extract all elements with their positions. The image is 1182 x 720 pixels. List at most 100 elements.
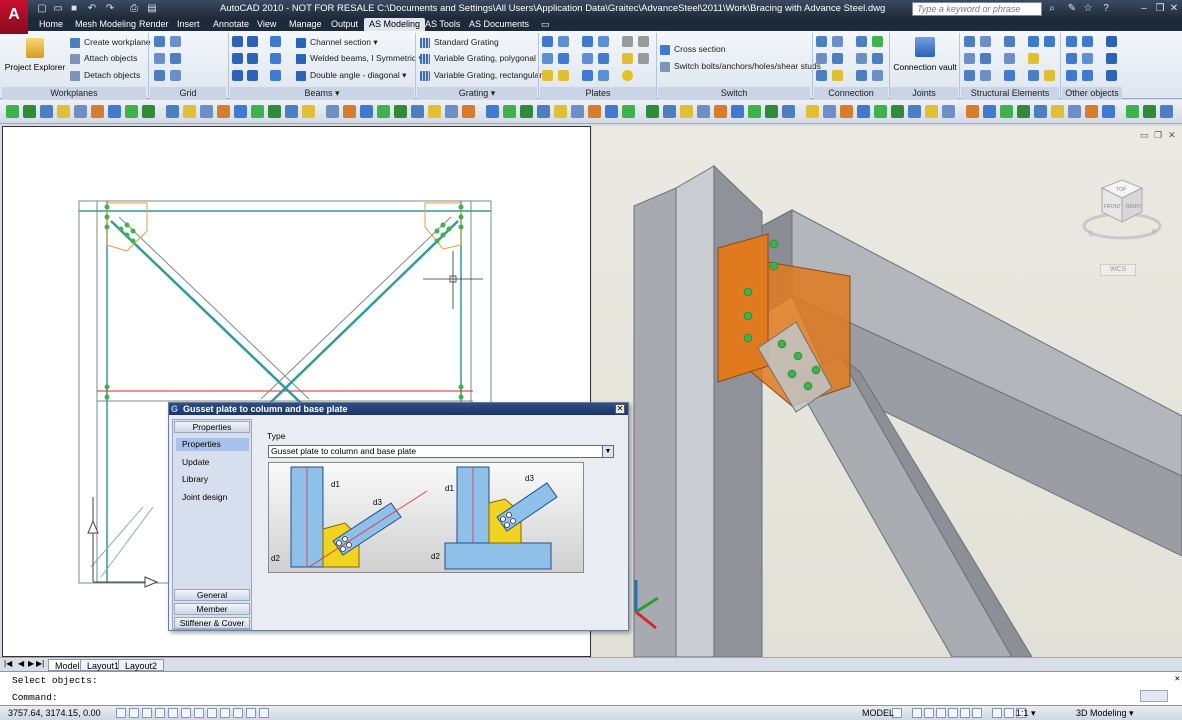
toolbar-tool-icon[interactable] <box>646 105 659 118</box>
sidebar-header-general[interactable]: General <box>174 589 250 601</box>
command-scrollbar[interactable] <box>1140 690 1168 702</box>
toolbar-tool-icon[interactable] <box>428 105 441 118</box>
grid-icon[interactable] <box>154 70 165 81</box>
toolbar-tool-icon[interactable] <box>1034 105 1047 118</box>
drafting-toggle-icon[interactable] <box>246 708 256 718</box>
tab-manage[interactable]: Manage <box>284 18 327 31</box>
connection-object-icon[interactable] <box>816 36 827 47</box>
tools-icon[interactable]: ✎ <box>1066 3 1078 15</box>
command-prompt[interactable]: Command: <box>12 692 58 703</box>
toolbar-tool-icon[interactable] <box>6 105 19 118</box>
sidebar-header-stiffener-cover[interactable]: Stiffener & Cover <box>174 617 250 629</box>
toolbar-tool-icon[interactable] <box>326 105 339 118</box>
viewport-minimize-icon[interactable]: ▭ <box>1140 130 1149 141</box>
toolbar-tool-icon[interactable] <box>908 105 921 118</box>
toolbar-tool-icon[interactable] <box>166 105 179 118</box>
ribbon-toggle-icon[interactable]: ▭ <box>536 18 555 31</box>
toolbar-tool-icon[interactable] <box>840 105 853 118</box>
drafting-toggle-icon[interactable] <box>168 708 178 718</box>
structural-element-icon[interactable] <box>964 70 975 81</box>
drafting-toggle-icon[interactable] <box>142 708 152 718</box>
connection-object-icon[interactable] <box>856 70 867 81</box>
navigation-tool-icon[interactable] <box>912 708 922 718</box>
plot-icon[interactable]: ▤ <box>146 3 158 15</box>
plate-icon[interactable] <box>542 53 553 64</box>
tab-insert[interactable]: Insert <box>172 18 205 31</box>
structural-element-icon[interactable] <box>1028 70 1039 81</box>
tab-as-modeling[interactable]: AS Modeling <box>364 18 426 31</box>
structural-element-icon[interactable] <box>964 36 975 47</box>
lower-brace[interactable] <box>100 506 154 578</box>
structural-element-icon[interactable] <box>1004 36 1015 47</box>
toolbar-tool-icon[interactable] <box>108 105 121 118</box>
create-workplane-button[interactable]: Create workplane <box>70 36 151 49</box>
end-plate-3d[interactable] <box>717 233 769 383</box>
other-object-icon[interactable] <box>1106 36 1117 47</box>
beam-icon[interactable] <box>232 36 243 47</box>
beam-icon[interactable] <box>270 53 281 64</box>
drafting-toggle-icon[interactable] <box>181 708 191 718</box>
toolbar-tool-icon[interactable] <box>942 105 955 118</box>
search-input[interactable]: Type a keyword or phrase <box>912 2 1042 16</box>
switch-bolts-button[interactable]: Switch bolts/anchors/holes/shear studs <box>660 60 821 73</box>
sidebar-item-joint-design[interactable]: Joint design <box>176 491 249 504</box>
toolbar-tool-icon[interactable] <box>1102 105 1115 118</box>
toolbar-tool-icon[interactable] <box>302 105 315 118</box>
connection-object-icon[interactable] <box>856 36 867 47</box>
plate-icon[interactable] <box>598 53 609 64</box>
minimize-icon[interactable]: – <box>1138 3 1150 15</box>
toolbar-tool-icon[interactable] <box>966 105 979 118</box>
toolbar-tool-icon[interactable] <box>183 105 196 118</box>
print-icon[interactable]: ⎙ <box>128 3 140 15</box>
other-object-icon[interactable] <box>1082 70 1093 81</box>
workspace-switch[interactable]: 3D Modeling ▾ <box>1076 708 1134 719</box>
bolt-icon[interactable] <box>638 53 649 64</box>
structural-element-icon[interactable] <box>980 53 991 64</box>
drafting-toggle-icon[interactable] <box>220 708 230 718</box>
help-icon[interactable]: ? <box>1100 3 1112 15</box>
app-logo[interactable]: A <box>0 0 28 34</box>
drafting-toggle-icon[interactable] <box>155 708 165 718</box>
plate-icon[interactable] <box>558 70 569 81</box>
beam-icon[interactable] <box>270 36 281 47</box>
connection-object-icon[interactable] <box>816 70 827 81</box>
plate-icon[interactable] <box>598 70 609 81</box>
toolbar-tool-icon[interactable] <box>782 105 795 118</box>
toolbar-tool-icon[interactable] <box>714 105 727 118</box>
toolbar-tool-icon[interactable] <box>394 105 407 118</box>
plate-icon[interactable] <box>598 36 609 47</box>
toolbar-tool-icon[interactable] <box>891 105 904 118</box>
attach-objects-button[interactable]: Attach objects <box>70 52 137 65</box>
toolbar-tool-icon[interactable] <box>445 105 458 118</box>
grid-icon[interactable] <box>170 53 181 64</box>
toolbar-tool-icon[interactable] <box>1068 105 1081 118</box>
plate-icon[interactable] <box>558 36 569 47</box>
toolbar-tool-icon[interactable] <box>857 105 870 118</box>
toolbar-tool-icon[interactable] <box>91 105 104 118</box>
diagonal-brace[interactable] <box>267 220 459 406</box>
toolbar-tool-icon[interactable] <box>874 105 887 118</box>
variable-grating-polygonal-button[interactable]: Variable Grating, polygonal <box>420 52 536 65</box>
toolbar-tool-icon[interactable] <box>343 105 356 118</box>
connection-object-icon[interactable] <box>856 53 867 64</box>
beam-icon[interactable] <box>247 36 258 47</box>
standard-grating-button[interactable]: Standard Grating <box>420 36 499 49</box>
toolbar-tool-icon[interactable] <box>731 105 744 118</box>
sidebar-item-update[interactable]: Update <box>176 456 249 469</box>
connection-vault-button[interactable]: Connection vault <box>892 35 958 83</box>
tab-nav-first-icon[interactable]: |◀ <box>4 659 12 668</box>
bolt-icon[interactable] <box>638 36 649 47</box>
project-explorer-button[interactable]: Project Explorer <box>4 35 66 83</box>
connection-object-icon[interactable] <box>832 70 843 81</box>
viewport-restore-icon[interactable]: ❐ <box>1154 130 1162 141</box>
toolbar-tool-icon[interactable] <box>697 105 710 118</box>
diagonal-brace[interactable] <box>110 220 304 406</box>
diagonal-brace[interactable] <box>118 216 310 400</box>
coordinate-readout[interactable]: 3757.64, 3174.15, 0.00 <box>8 708 101 718</box>
connection-object-icon[interactable] <box>816 53 827 64</box>
tab-nav-last-icon[interactable]: ▶| <box>36 659 44 668</box>
toolbar-tool-icon[interactable] <box>125 105 138 118</box>
plate-icon[interactable] <box>582 70 593 81</box>
viewport-3d[interactable]: TOP FRONT RIGHT S E WCS ▭ ❐ ✕ <box>592 126 1182 657</box>
weld-icon[interactable] <box>622 70 633 81</box>
